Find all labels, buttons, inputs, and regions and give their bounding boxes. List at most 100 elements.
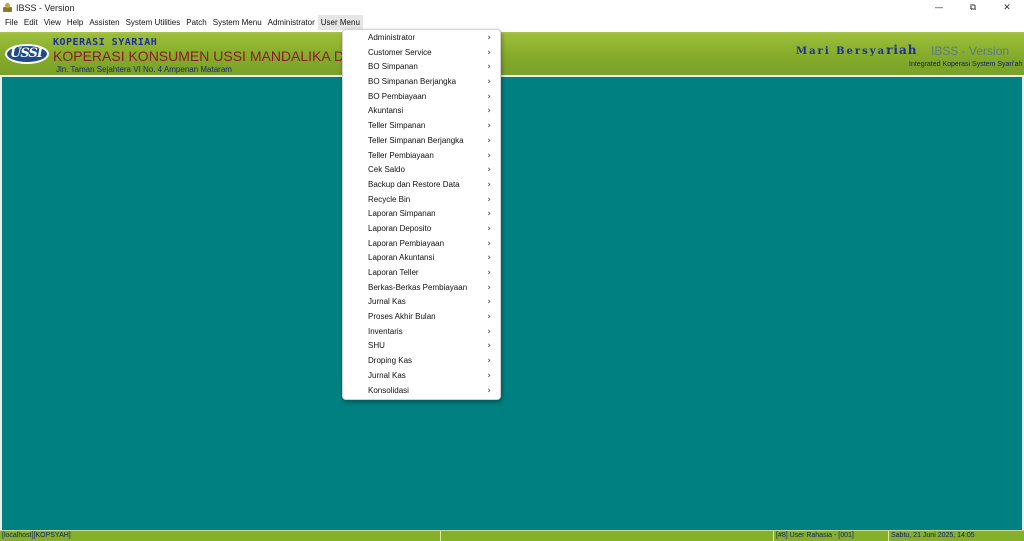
user-menu-item-label: Laporan Deposito — [368, 223, 432, 233]
menu-system-menu[interactable]: System Menu — [210, 15, 265, 30]
user-menu-item-label: Jurnal Kas — [368, 297, 406, 307]
product-name: IBSS - Version — [931, 44, 1010, 58]
chevron-right-icon: › — [487, 62, 491, 73]
chevron-right-icon: › — [487, 385, 491, 396]
chevron-right-icon: › — [487, 33, 491, 43]
user-menu-item[interactable]: Laporan Simpanan › — [343, 207, 500, 222]
header-banner: USSI KOPERASI SYARIAH KOPERASI KONSUMEN … — [0, 32, 1024, 75]
user-menu-item[interactable]: Recycle Bin › — [343, 193, 500, 208]
menu-view[interactable]: View — [41, 15, 64, 30]
user-menu-item-label: Berkas-Berkas Pembiayaan — [368, 282, 468, 292]
user-menu-item[interactable]: Berkas-Berkas Pembiayaan › — [343, 281, 500, 296]
user-menu-item[interactable]: Customer Service › — [343, 46, 500, 61]
user-menu-item-label: Proses Akhir Bulan — [368, 312, 436, 322]
user-menu-item-label: Droping Kas — [368, 356, 413, 366]
window-title: IBSS - Version — [16, 2, 75, 13]
user-menu-item[interactable]: Teller Simpanan Berjangka › — [343, 134, 500, 149]
chevron-right-icon: › — [487, 150, 491, 161]
company-address: Jln. Taman Sejahtera VI No. 4 Ampenan Ma… — [56, 65, 232, 74]
company-name: KOPERASI KONSUMEN USSI MANDALIKA DIGITAL — [53, 48, 388, 64]
user-menu-item[interactable]: Jurnal Kas › — [343, 369, 500, 384]
chevron-right-icon: › — [487, 341, 491, 352]
user-menu-item[interactable]: Droping Kas › — [343, 354, 500, 369]
ussi-logo: USSI — [5, 42, 51, 66]
chevron-right-icon: › — [487, 209, 491, 220]
menu-system-utilities[interactable]: System Utilities — [123, 15, 184, 30]
user-menu-item[interactable]: Administrator › — [343, 31, 500, 46]
user-menu-item-label: Teller Pembiayaan — [368, 150, 434, 160]
status-connection: [localhost][KOPSYAH] — [0, 531, 441, 541]
menu-administrator[interactable]: Administrator — [265, 15, 318, 30]
chevron-right-icon: › — [487, 282, 491, 293]
user-menu-item[interactable]: Teller Simpanan › — [343, 119, 500, 134]
menu-help[interactable]: Help — [64, 15, 86, 30]
user-menu-item-label: Customer Service — [368, 47, 432, 57]
menu-file[interactable]: File — [2, 15, 21, 30]
status-bar: [localhost][KOPSYAH] [#8] User Rahasia -… — [0, 530, 1024, 541]
chevron-right-icon: › — [487, 238, 491, 249]
user-menu-item-label: Cek Saldo — [368, 165, 405, 175]
tagline: Mari Bersyariah — [796, 43, 918, 57]
user-menu-item[interactable]: Laporan Deposito › — [343, 222, 500, 237]
user-menu-item-label: Laporan Simpanan — [368, 209, 436, 219]
user-menu-item-label: Laporan Teller — [368, 268, 419, 277]
user-menu-item-label: Konsolidasi — [368, 385, 409, 395]
user-menu-item[interactable]: Laporan Pembiayaan › — [343, 237, 500, 252]
restore-icon[interactable]: ⧉ — [956, 0, 990, 15]
brand-subtitle: KOPERASI SYARIAH — [53, 37, 158, 48]
user-menu-item-label: Backup dan Restore Data — [368, 179, 460, 189]
user-menu-item-label: Jurnal Kas — [368, 370, 406, 380]
user-menu-item[interactable]: BO Simpanan Berjangka › — [343, 75, 500, 90]
menu-patch[interactable]: Patch — [183, 15, 209, 30]
chevron-right-icon: › — [487, 179, 491, 190]
chevron-right-icon: › — [487, 312, 491, 323]
chevron-right-icon: › — [487, 326, 491, 337]
chevron-right-icon: › — [487, 268, 491, 278]
user-menu-item-label: BO Simpanan Berjangka — [368, 77, 457, 87]
close-icon[interactable]: ✕ — [990, 0, 1024, 15]
user-menu-item-label: Laporan Pembiayaan — [368, 238, 445, 248]
user-menu-item-label: Laporan Akuntansi — [368, 253, 435, 263]
user-menu-item[interactable]: Proses Akhir Bulan › — [343, 310, 500, 325]
status-empty — [441, 531, 774, 541]
chevron-right-icon: › — [487, 121, 491, 132]
chevron-right-icon: › — [487, 165, 491, 176]
user-menu-item-label: Administrator — [368, 33, 416, 42]
user-menu-item[interactable]: Cek Saldo › — [343, 163, 500, 178]
chevron-right-icon: › — [487, 370, 491, 381]
user-menu-item[interactable]: Jurnal Kas › — [343, 295, 500, 310]
chevron-right-icon: › — [487, 223, 491, 234]
menu-edit[interactable]: Edit — [21, 15, 41, 30]
menu-user-menu[interactable]: User Menu — [317, 15, 363, 30]
chevron-right-icon: › — [487, 77, 491, 88]
user-menu-item[interactable]: SHU › — [343, 339, 500, 354]
menu-assisten[interactable]: Assisten — [86, 15, 122, 30]
user-menu-item[interactable]: Backup dan Restore Data › — [343, 178, 500, 193]
user-menu-item-label: Inventaris — [368, 326, 403, 336]
chevron-right-icon: › — [487, 297, 491, 308]
chevron-right-icon: › — [487, 356, 491, 367]
user-menu-item[interactable]: BO Pembiayaan › — [343, 90, 500, 105]
user-menu-item[interactable]: Laporan Teller › — [343, 266, 500, 281]
user-menu-item-label: BO Pembiayaan — [368, 91, 427, 101]
user-menu-item[interactable]: Konsolidasi › — [343, 384, 500, 399]
user-menu-item-label: SHU — [368, 341, 385, 351]
minimize-icon[interactable]: — — [922, 0, 956, 15]
user-menu-item[interactable]: BO Simpanan › — [343, 60, 500, 75]
product-subtitle: Integrated Koperasi System Syari'ah — [909, 61, 1023, 68]
user-menu-item-label: Teller Simpanan — [368, 121, 426, 131]
user-menu-item[interactable]: Inventaris › — [343, 325, 500, 340]
window-controls: — ⧉ ✕ — [922, 0, 1024, 15]
user-menu-item-label: Recycle Bin — [368, 194, 411, 204]
user-menu-item-label: BO Simpanan — [368, 62, 418, 72]
user-menu-item[interactable]: Teller Pembiayaan › — [343, 149, 500, 164]
status-datetime: Sabtu, 21 Juni 2025, 14:05 — [891, 532, 975, 539]
user-menu-item[interactable]: Laporan Akuntansi › — [343, 251, 500, 266]
chevron-right-icon: › — [487, 253, 491, 264]
chevron-right-icon: › — [487, 47, 491, 58]
user-menu-item-label: Teller Simpanan Berjangka — [368, 135, 464, 145]
status-user: [#8] User Rahasia - [001] — [774, 531, 889, 541]
chevron-right-icon: › — [487, 135, 491, 146]
user-menu-item[interactable]: Akuntansi › — [343, 104, 500, 119]
menu-bar: File Edit View Help Assisten System Utilities… — [0, 15, 1024, 30]
